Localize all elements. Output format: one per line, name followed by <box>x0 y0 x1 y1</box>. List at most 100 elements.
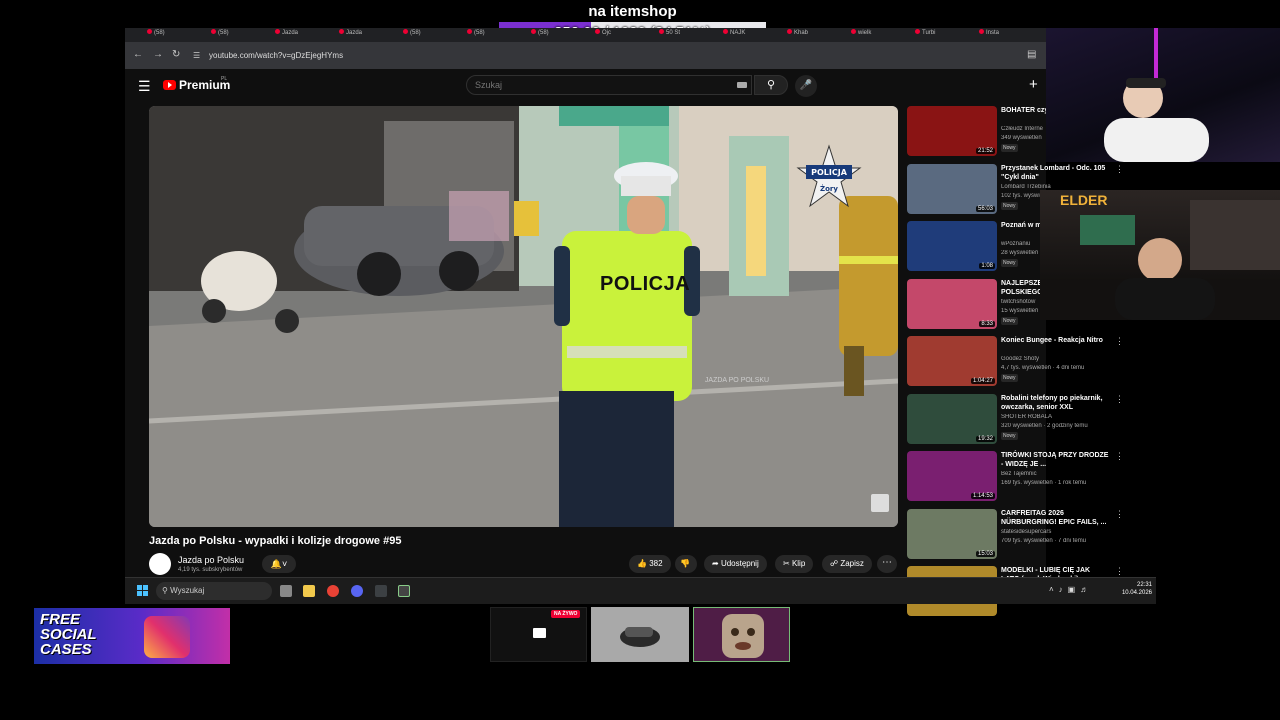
dislike-button[interactable]: 👎 <box>675 555 697 573</box>
browser-tab[interactable]: Turbi <box>915 29 973 41</box>
search-box[interactable] <box>466 75 752 95</box>
browser-tab[interactable]: Jazda <box>339 29 397 41</box>
browser-tab[interactable]: (58) <box>211 29 269 41</box>
tab-label: Khab <box>794 30 809 36</box>
search-input[interactable] <box>475 80 725 90</box>
recommended-video-title[interactable]: Robalini telefony po piekarnik, owczarka… <box>1001 394 1109 412</box>
clip-button[interactable]: ✂ Klip <box>775 555 814 573</box>
taskbar-search-input[interactable]: ⚲ Wyszukaj <box>156 582 272 600</box>
video-thumbnail[interactable]: 8:33 <box>907 278 997 329</box>
more-options-icon[interactable]: ⋮ <box>1115 394 1124 405</box>
video-thumbnail[interactable]: 1:14:53 <box>907 451 997 501</box>
system-tray-icons[interactable]: ˄♪▣♬ <box>1049 585 1093 594</box>
back-icon[interactable]: ← <box>133 49 143 60</box>
recommended-video[interactable]: 8:33 NAJLEPSZE TWITCHA POLSKIEGO twitchsho… <box>907 278 1124 331</box>
search-button[interactable]: ⚲ <box>754 75 788 95</box>
video-thumbnail[interactable]: 1:04:27 <box>907 336 997 386</box>
browser-tab[interactable]: NAJK <box>723 29 781 41</box>
browser-tab[interactable]: (58) <box>531 29 589 41</box>
browser-tab[interactable]: Khab <box>787 29 845 41</box>
url-field[interactable]: youtube.com/watch?v=gDzEjegHYms <box>209 51 343 60</box>
browser-tab[interactable]: (58) <box>403 29 461 41</box>
recommended-video-title[interactable]: CARFREITAG 2026 NÜRBURGRING! EPIC FAILS,… <box>1001 509 1109 527</box>
like-count: 382 <box>649 559 663 568</box>
reload-icon[interactable]: ↻ <box>172 49 180 60</box>
app-icon[interactable] <box>375 585 387 597</box>
browser-tab[interactable]: wielk <box>851 29 909 41</box>
recommended-video-title[interactable]: Koniec Bungee - Reakcja Nitro <box>1001 336 1109 345</box>
tab-label: Jazda <box>282 30 299 36</box>
video-thumbnail[interactable]: 15:03 <box>907 508 997 559</box>
recommended-video[interactable]: 1:04:27 Koniec Bungee - Reakcja Nitro Good… <box>907 336 1124 388</box>
bell-icon: 🔔˅ <box>270 559 288 569</box>
browser-tab[interactable]: (58) <box>467 29 525 41</box>
recommended-video[interactable]: 1:14:53 TIRÓWKI STOJĄ PRZY DRODZE - WIDZĘ… <box>907 451 1124 503</box>
tab-favicon-icon <box>787 29 792 34</box>
channel-name[interactable]: Jazda po Polsku <box>178 555 244 565</box>
tab-label: 50 St <box>666 30 681 36</box>
recommended-video[interactable]: 1:08 Poznań w minucie wPoznaniu 28 wyświetl… <box>907 221 1124 273</box>
create-plus-icon[interactable]: + <box>1029 76 1038 93</box>
clock-time[interactable]: 22:31 <box>1122 582 1152 588</box>
recommended-video[interactable]: 56:03 Przystanek Lombard - Odc. 105 "Cykl… <box>907 163 1124 216</box>
recommended-video[interactable]: 19:32 Robalini telefony po piekarnik, owc… <box>907 393 1124 446</box>
video-duration: 19:32 <box>975 435 995 442</box>
recommended-video-channel: SHOTER ROBALA <box>1001 413 1053 420</box>
badge-bottom-text: Żory <box>820 184 838 193</box>
site-info-icon[interactable]: ☰ <box>193 51 200 60</box>
new-badge: Nowy <box>1001 201 1018 210</box>
obs-icon[interactable] <box>398 585 410 597</box>
browser-tab[interactable]: Ojc <box>595 29 653 41</box>
recommended-video[interactable]: 15:03 CARFREITAG 2026 NÜRBURGRING! EPIC F… <box>907 508 1124 561</box>
chrome-icon[interactable] <box>327 585 339 597</box>
voice-search-button[interactable]: 🎤 <box>795 75 817 97</box>
browser-tab[interactable]: 50 St <box>659 29 717 41</box>
search-icon: ⚲ <box>766 79 776 91</box>
new-badge: Nowy <box>1001 316 1018 325</box>
channel-watermark-icon[interactable] <box>871 494 889 512</box>
clock-date[interactable]: 10.04.2026 <box>1115 590 1152 596</box>
video-duration: 56:03 <box>975 205 995 212</box>
tab-label: NAJK <box>730 30 746 36</box>
more-options-icon[interactable]: ⋮ <box>1115 164 1124 175</box>
share-button[interactable]: ➦ Udostępnij <box>704 555 767 573</box>
more-options-icon[interactable]: ⋮ <box>1115 451 1124 462</box>
task-view-icon[interactable] <box>280 585 292 597</box>
recommended-video-title[interactable]: TIRÓWKI STOJĄ PRZY DRODZE - WIDZĘ JE ... <box>1001 451 1109 469</box>
tab-label: (58) <box>538 30 549 36</box>
discord-icon[interactable] <box>351 585 363 597</box>
save-button[interactable]: ☍ Zapisz <box>822 555 872 573</box>
video-player[interactable]: POLICJA POLICJA Żory JAZDA PO POLSKU <box>149 106 898 527</box>
video-thumbnail[interactable]: 19:32 <box>907 393 997 444</box>
browser-tab[interactable]: (58) <box>147 29 205 41</box>
more-options-icon[interactable]: ⋮ <box>1115 509 1124 520</box>
new-badge: Nowy <box>1001 144 1018 152</box>
microphone-icon: 🎤 <box>799 80 813 91</box>
video-thumbnail[interactable]: 21:52 <box>907 106 997 156</box>
keyboard-icon[interactable] <box>737 82 747 88</box>
thumbs-up-icon: 👍 <box>637 559 650 568</box>
install-app-icon[interactable]: ▤ <box>1027 49 1036 60</box>
new-badge: Nowy <box>1001 374 1018 382</box>
windows-start-icon[interactable] <box>137 585 149 597</box>
more-options-icon[interactable]: ⋮ <box>1115 336 1124 347</box>
channel-avatar[interactable] <box>149 553 171 575</box>
recommended-video[interactable]: 21:52BOHATER czy [BEDOES2115]Człeudz Int… <box>907 106 1124 158</box>
live-tile: NA ŻYWO <box>490 607 587 662</box>
forward-icon[interactable]: → <box>153 49 163 60</box>
like-button[interactable]: 👍 382 <box>629 555 671 573</box>
tab-label: Ojc <box>602 30 611 36</box>
more-actions-button[interactable]: ⋯ <box>877 555 897 573</box>
video-thumbnail[interactable]: 1:08 <box>907 221 997 271</box>
video-thumbnail[interactable]: 56:03 <box>907 163 997 214</box>
monitor-icon <box>533 628 546 638</box>
browser-tab[interactable]: Jazda <box>275 29 333 41</box>
file-explorer-icon[interactable] <box>303 585 315 597</box>
browser-tab[interactable]: Insta <box>979 29 1037 41</box>
more-options-icon[interactable]: ⋮ <box>1115 566 1124 577</box>
hamburger-menu-icon[interactable]: ☰ <box>138 78 151 95</box>
notification-bell-button[interactable]: 🔔˅ <box>262 555 296 573</box>
youtube-logo-icon[interactable] <box>163 80 176 90</box>
tab-favicon-icon <box>659 29 664 34</box>
recommended-video-title[interactable]: Przystanek Lombard - Odc. 105 "Cykl dnia… <box>1001 164 1109 182</box>
